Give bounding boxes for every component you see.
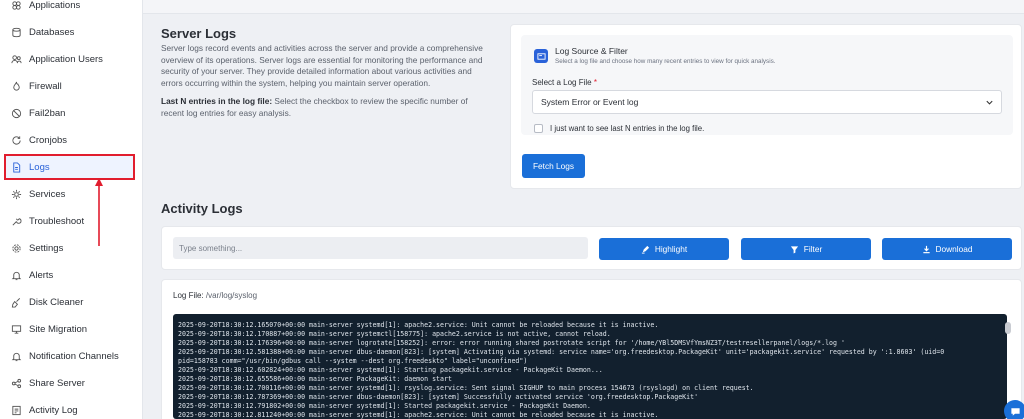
required-mark: * (593, 78, 597, 87)
log-line: 2025-09-20T18:30:12.791802+00:00 main-se… (178, 402, 591, 410)
sidebar-item-label: Notification Channels (29, 351, 119, 362)
chat-button[interactable] (1004, 400, 1024, 419)
sidebar-item-cronjobs[interactable]: Cronjobs (0, 127, 143, 154)
sidebar-item-label: Alerts (29, 270, 54, 281)
sidebar-item-databases[interactable]: Databases (0, 19, 143, 46)
last-n-description: Last N entries in the log file: Select t… (161, 96, 491, 119)
sidebar-item-label: Databases (29, 27, 75, 38)
sidebar-item-label: Site Migration (29, 324, 88, 335)
log-file-label: Log File: /var/log/syslog (173, 291, 257, 300)
log-line: 2025-09-20T18:30:12.176396+00:00 main-se… (178, 339, 845, 347)
sidebar-item-application-users[interactable]: Application Users (0, 46, 143, 73)
sidebar-item-alerts[interactable]: Alerts (0, 262, 143, 289)
chevron-down-icon (986, 100, 993, 105)
log-line: 2025-09-20T18:30:12.602824+00:00 main-se… (178, 366, 603, 374)
sidebar-item-label: Share Server (29, 378, 85, 389)
log-line: 2025-09-20T18:30:12.811240+00:00 main-se… (178, 411, 659, 419)
migration-icon (10, 324, 22, 336)
server-logs-description: Server logs record events and activities… (161, 43, 483, 88)
share-icon (10, 378, 22, 390)
filter-button[interactable]: Filter (741, 238, 871, 260)
last-n-checkbox-row[interactable]: I just want to see last N entries in the… (534, 124, 704, 133)
users-icon (10, 54, 22, 66)
activity-logs-title: Activity Logs (161, 201, 243, 216)
log-source-title: Log Source & Filter (555, 46, 628, 56)
activity-icon (10, 405, 22, 417)
highlight-button[interactable]: Highlight (599, 238, 729, 260)
sidebar-item-services[interactable]: Services (0, 181, 143, 208)
main-content: Server Logs Server logs record events an… (143, 0, 1024, 419)
sidebar-item-settings[interactable]: Settings (0, 235, 143, 262)
sidebar-item-label: Services (29, 189, 66, 200)
download-button[interactable]: Download (882, 238, 1012, 260)
sidebar-item-label: Troubleshoot (29, 216, 85, 227)
sidebar-item-applications[interactable]: Applications (0, 0, 143, 19)
filter-label: Filter (803, 244, 823, 254)
last-n-checkbox[interactable] (534, 124, 543, 133)
highlighter-icon (641, 245, 649, 254)
database-icon (10, 27, 22, 39)
page-title: Server Logs (161, 26, 237, 41)
search-input[interactable] (173, 237, 588, 259)
sidebar-item-label: Application Users (29, 54, 103, 65)
log-file-select[interactable]: System Error or Event log (532, 90, 1002, 114)
top-strip (143, 0, 1024, 14)
log-file-path: /var/log/syslog (205, 291, 258, 300)
sidebar-item-activity-log[interactable]: Activity Log (0, 397, 143, 419)
ban-icon (10, 108, 22, 120)
filter-icon (790, 245, 798, 254)
broom-icon (10, 297, 22, 309)
log-line: 2025-09-20T18:30:12.165070+00:00 main-se… (178, 321, 659, 329)
sidebar-item-label: Cronjobs (29, 135, 68, 146)
sidebar-item-label: Settings (29, 243, 64, 254)
log-file-label-text: Log File: (173, 291, 204, 300)
firewall-icon (10, 81, 22, 93)
download-label: Download (935, 244, 973, 254)
download-icon (922, 245, 930, 253)
document-icon (10, 161, 22, 173)
select-log-file-label-text: Select a Log File (532, 78, 592, 87)
fetch-logs-button[interactable]: Fetch Logs (522, 154, 585, 178)
sidebar-item-label: Activity Log (29, 405, 78, 416)
last-n-checkbox-label: I just want to see last N entries in the… (550, 124, 705, 133)
log-terminal[interactable]: 2025-09-20T18:30:12.165070+00:00 main-se… (173, 314, 1007, 419)
bell-icon (10, 270, 22, 282)
refresh-icon (10, 135, 22, 147)
gear-icon (10, 243, 22, 255)
sidebar-item-label: Firewall (29, 81, 62, 92)
sidebar-item-label: Fail2ban (29, 108, 66, 119)
log-line: 2025-09-20T18:30:12.170887+00:00 main-se… (178, 330, 611, 338)
log-line: 2025-09-20T18:30:12.655586+00:00 main-se… (178, 375, 452, 383)
chat-icon (1010, 407, 1020, 416)
log-line: pid=158783 comm="/usr/bin/gdbus call --s… (178, 357, 528, 365)
sidebar-item-firewall[interactable]: Firewall (0, 73, 143, 100)
sidebar-item-label: Logs (29, 161, 50, 173)
sidebar-item-notification-channels[interactable]: Notification Channels (0, 343, 143, 370)
services-icon (10, 189, 22, 201)
sidebar-item-site-migration[interactable]: Site Migration (0, 316, 143, 343)
last-n-title: Last N entries in the log file: (161, 96, 273, 106)
log-scrollbar[interactable] (1005, 322, 1011, 334)
select-log-file-label: Select a Log File * (532, 78, 597, 87)
log-source-icon (534, 49, 548, 63)
fetch-logs-label: Fetch Logs (532, 161, 575, 171)
log-line: 2025-09-20T18:30:12.581388+00:00 main-se… (178, 348, 945, 356)
log-source-subtitle: Select a log file and choose how many re… (555, 58, 776, 65)
sidebar-item-fail2ban[interactable]: Fail2ban (0, 100, 143, 127)
sidebar-item-share-server[interactable]: Share Server (0, 370, 143, 397)
sidebar-item-label: Disk Cleaner (29, 297, 84, 308)
sidebar-item-label: Applications (29, 0, 81, 11)
sidebar-item-logs[interactable]: Logs (4, 154, 135, 180)
sidebar-item-troubleshoot[interactable]: Troubleshoot (0, 208, 143, 235)
applications-icon (10, 0, 22, 12)
troubleshoot-icon (10, 216, 22, 228)
annotation-arrow-icon (95, 178, 103, 246)
sidebar: Applications Databases Application Users… (0, 0, 143, 419)
sidebar-item-disk-cleaner[interactable]: Disk Cleaner (0, 289, 143, 316)
log-line: 2025-09-20T18:30:12.787369+00:00 main-se… (178, 393, 699, 401)
log-line: 2025-09-20T18:30:12.700116+00:00 main-se… (178, 384, 754, 392)
log-file-select-value: System Error or Event log (541, 97, 639, 107)
highlight-label: Highlight (654, 244, 688, 254)
bell-icon (10, 351, 22, 363)
